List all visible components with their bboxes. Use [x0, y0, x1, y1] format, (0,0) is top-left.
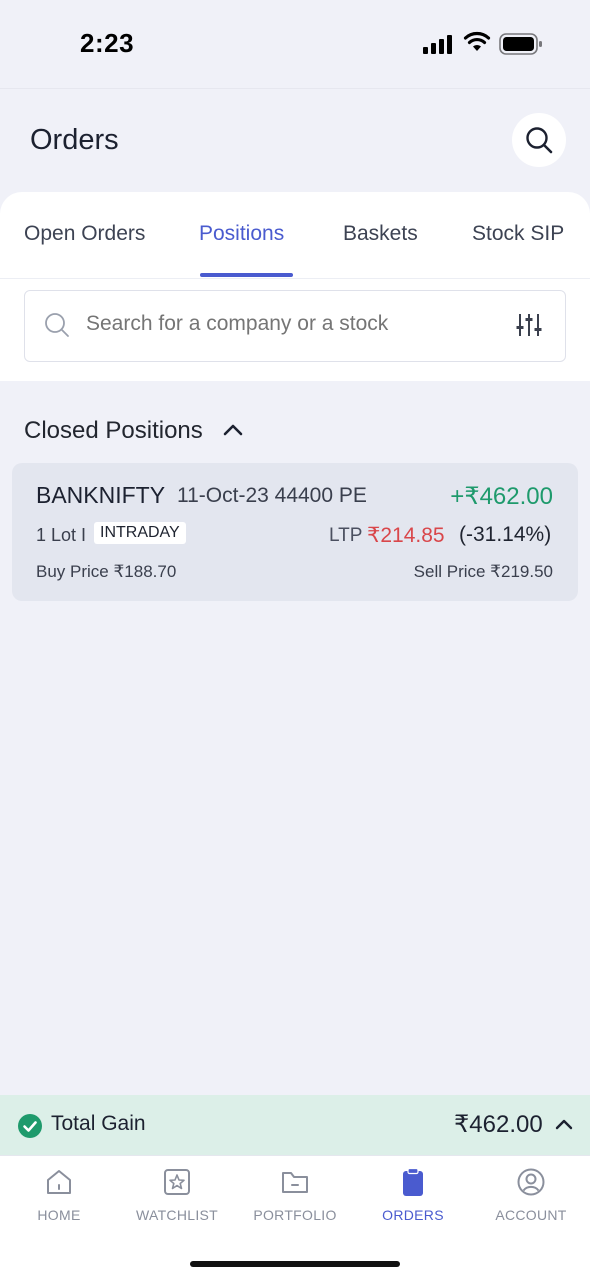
home-icon	[47, 1170, 71, 1194]
ltp-change: (-31.14%)	[459, 523, 552, 546]
total-gain-value: ₹462.00	[454, 1111, 543, 1138]
nav-home[interactable]: HOME	[0, 1167, 118, 1223]
tab-stock-sip[interactable]: Stock SIP	[472, 222, 564, 246]
search-icon	[45, 313, 69, 337]
tab-open-orders[interactable]: Open Orders	[24, 222, 145, 246]
ltp-value: ₹214.85	[367, 524, 445, 547]
folder-icon	[282, 1172, 308, 1193]
search-input[interactable]	[86, 312, 486, 336]
position-lots: 1 Lot I	[36, 525, 87, 545]
closed-positions-title[interactable]: Closed Positions	[24, 417, 203, 445]
signal-icon	[423, 35, 452, 54]
nav-orders[interactable]: ORDERS	[354, 1167, 472, 1223]
tab-positions[interactable]: Positions	[199, 222, 284, 246]
nav-portfolio-label: PORTFOLIO	[253, 1207, 337, 1223]
nav-portfolio[interactable]: PORTFOLIO	[236, 1167, 354, 1223]
check-circle-icon	[18, 1114, 42, 1138]
position-symbol: BANKNIFTY	[36, 482, 166, 508]
status-time: 2:23	[80, 28, 135, 58]
nav-home-label: HOME	[37, 1207, 81, 1223]
page-title: Orders	[30, 124, 119, 156]
search-button[interactable]	[512, 113, 566, 167]
buy-price: Buy Price ₹188.70	[36, 562, 177, 581]
home-indicator[interactable]	[190, 1261, 400, 1267]
search-icon	[526, 127, 553, 154]
total-gain-label: Total Gain	[51, 1112, 146, 1135]
sell-price: Sell Price ₹219.50	[413, 562, 553, 581]
tab-baskets[interactable]: Baskets	[343, 222, 418, 246]
wifi-icon	[463, 31, 491, 51]
star-icon	[164, 1169, 190, 1195]
position-contract: 11-Oct-23 44400 PE	[177, 484, 367, 507]
position-pnl: +₹462.00	[450, 483, 553, 510]
nav-watchlist[interactable]: WATCHLIST	[118, 1167, 236, 1223]
nav-account[interactable]: ACCOUNT	[472, 1167, 590, 1223]
filter-icon[interactable]	[515, 312, 543, 338]
ltp-label: LTP	[329, 525, 363, 546]
chevron-up-icon[interactable]	[222, 421, 244, 439]
battery-icon	[499, 33, 542, 55]
nav-orders-label: ORDERS	[382, 1207, 444, 1223]
clipboard-icon	[403, 1167, 423, 1196]
chevron-up-icon[interactable]	[555, 1117, 573, 1131]
user-icon	[517, 1168, 545, 1196]
product-badge: INTRADAY	[94, 522, 186, 544]
nav-account-label: ACCOUNT	[495, 1207, 567, 1223]
nav-watchlist-label: WATCHLIST	[135, 1207, 219, 1223]
active-tab-indicator	[200, 273, 293, 277]
